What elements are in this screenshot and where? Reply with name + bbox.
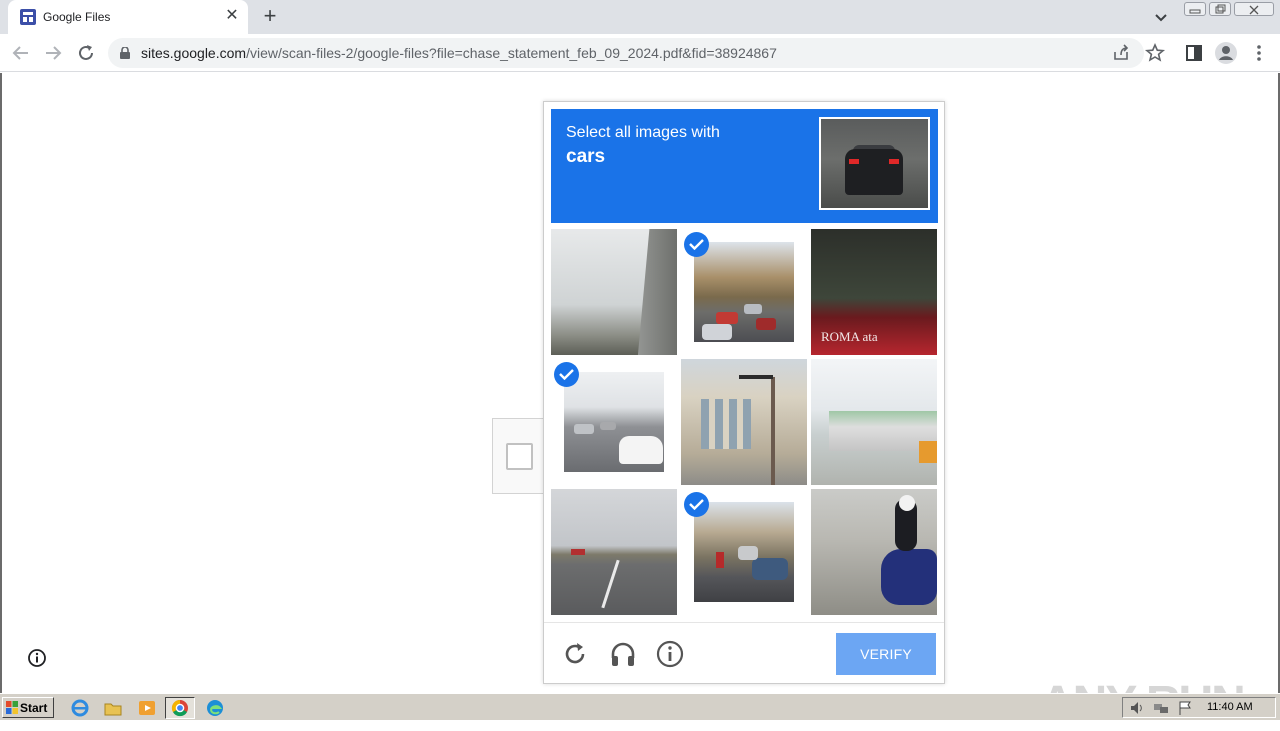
tile-image-street-traffic [694, 242, 794, 342]
address-bar[interactable]: sites.google.com/view/scan-files-2/googl… [108, 38, 1144, 68]
captcha-tile[interactable] [551, 229, 677, 355]
windows-logo-icon [6, 701, 18, 714]
media-player-icon[interactable] [137, 698, 157, 718]
bookmark-star-icon[interactable] [1143, 41, 1167, 65]
side-panel-icon[interactable] [1182, 41, 1206, 65]
more-menu-icon[interactable] [1247, 41, 1271, 65]
target-example-image [819, 117, 930, 210]
back-arrow-icon[interactable] [10, 42, 32, 64]
tab-google-files[interactable]: Google Files ✕ [8, 0, 248, 34]
edge-icon[interactable] [205, 698, 225, 718]
forward-arrow-icon[interactable] [42, 42, 64, 64]
captcha-tile[interactable] [811, 359, 937, 485]
tile-image-overpass [551, 229, 677, 355]
lock-icon[interactable] [120, 47, 130, 59]
captcha-instruction: Select all images with [566, 124, 720, 141]
captcha-target: cars [566, 146, 606, 167]
selected-checkmark-icon [684, 232, 709, 257]
start-label: Start [20, 701, 48, 715]
chrome-icon [171, 699, 188, 717]
minimize-window-button[interactable] [1184, 2, 1206, 16]
url-text: sites.google.com/view/scan-files-2/googl… [141, 45, 777, 61]
url-host: sites.google.com [141, 45, 247, 61]
selected-checkmark-icon [684, 492, 709, 517]
chrome-taskbar-button[interactable] [165, 697, 195, 719]
windows-taskbar: Start 11:40 AM [0, 693, 1280, 720]
file-explorer-icon[interactable] [103, 698, 123, 718]
start-button[interactable]: Start [2, 697, 54, 718]
tile-image-building [681, 359, 807, 485]
close-window-button[interactable] [1234, 2, 1274, 16]
new-tab-button[interactable]: + [259, 5, 281, 27]
captcha-tile[interactable] [551, 359, 677, 485]
taskbar-clock[interactable]: 11:40 AM [1207, 701, 1253, 713]
profile-avatar-icon[interactable] [1214, 41, 1238, 65]
google-sites-favicon-icon [20, 9, 36, 25]
tile-image-storefront [811, 359, 937, 485]
captcha-tile[interactable] [681, 489, 807, 615]
share-icon[interactable] [1112, 44, 1130, 62]
tab-strip: Google Files ✕ + [0, 0, 1280, 34]
captcha-tile[interactable] [681, 359, 807, 485]
captcha-tile[interactable] [551, 489, 677, 615]
captcha-footer: VERIFY [544, 622, 944, 684]
reload-icon[interactable] [75, 42, 97, 64]
network-icon[interactable] [1153, 700, 1169, 716]
captcha-tile[interactable] [681, 229, 807, 355]
tile-image-intersection [564, 372, 664, 472]
tab-title: Google Files [43, 10, 111, 24]
recaptcha-checkbox-card [492, 418, 544, 494]
close-tab-icon[interactable]: ✕ [224, 8, 240, 24]
verify-button[interactable]: VERIFY [836, 633, 936, 675]
captcha-image-grid: ROMA ata [551, 229, 938, 616]
captcha-header: Select all images with cars [551, 109, 938, 223]
info-icon[interactable] [656, 640, 684, 668]
tile-image-motorcycle [811, 489, 937, 615]
action-center-flag-icon[interactable] [1177, 700, 1193, 716]
captcha-challenge: Select all images with cars ROMA ata VER… [543, 101, 945, 684]
url-path: /view/scan-files-2/google-files?file=cha… [246, 45, 777, 61]
internet-explorer-icon[interactable] [70, 698, 90, 718]
tab-search-chevron-icon[interactable] [1151, 7, 1171, 27]
tile-image-highway [551, 489, 677, 615]
volume-icon[interactable] [1129, 700, 1145, 716]
tile-image-parked-cars [694, 502, 794, 602]
tile-image-bus-window: ROMA ata [811, 229, 937, 355]
recaptcha-checkbox[interactable] [506, 443, 533, 470]
browser-toolbar: sites.google.com/view/scan-files-2/googl… [0, 34, 1280, 72]
page-info-icon[interactable] [27, 648, 47, 668]
audio-challenge-headphones-icon[interactable] [609, 640, 637, 668]
reload-challenge-icon[interactable] [561, 640, 589, 668]
restore-window-button[interactable] [1209, 2, 1231, 16]
page-content: Select all images with cars ROMA ata VER… [0, 73, 1280, 730]
captcha-tile[interactable]: ROMA ata [811, 229, 937, 355]
selected-checkmark-icon [554, 362, 579, 387]
captcha-tile[interactable] [811, 489, 937, 615]
system-tray: 11:40 AM [1122, 697, 1276, 718]
